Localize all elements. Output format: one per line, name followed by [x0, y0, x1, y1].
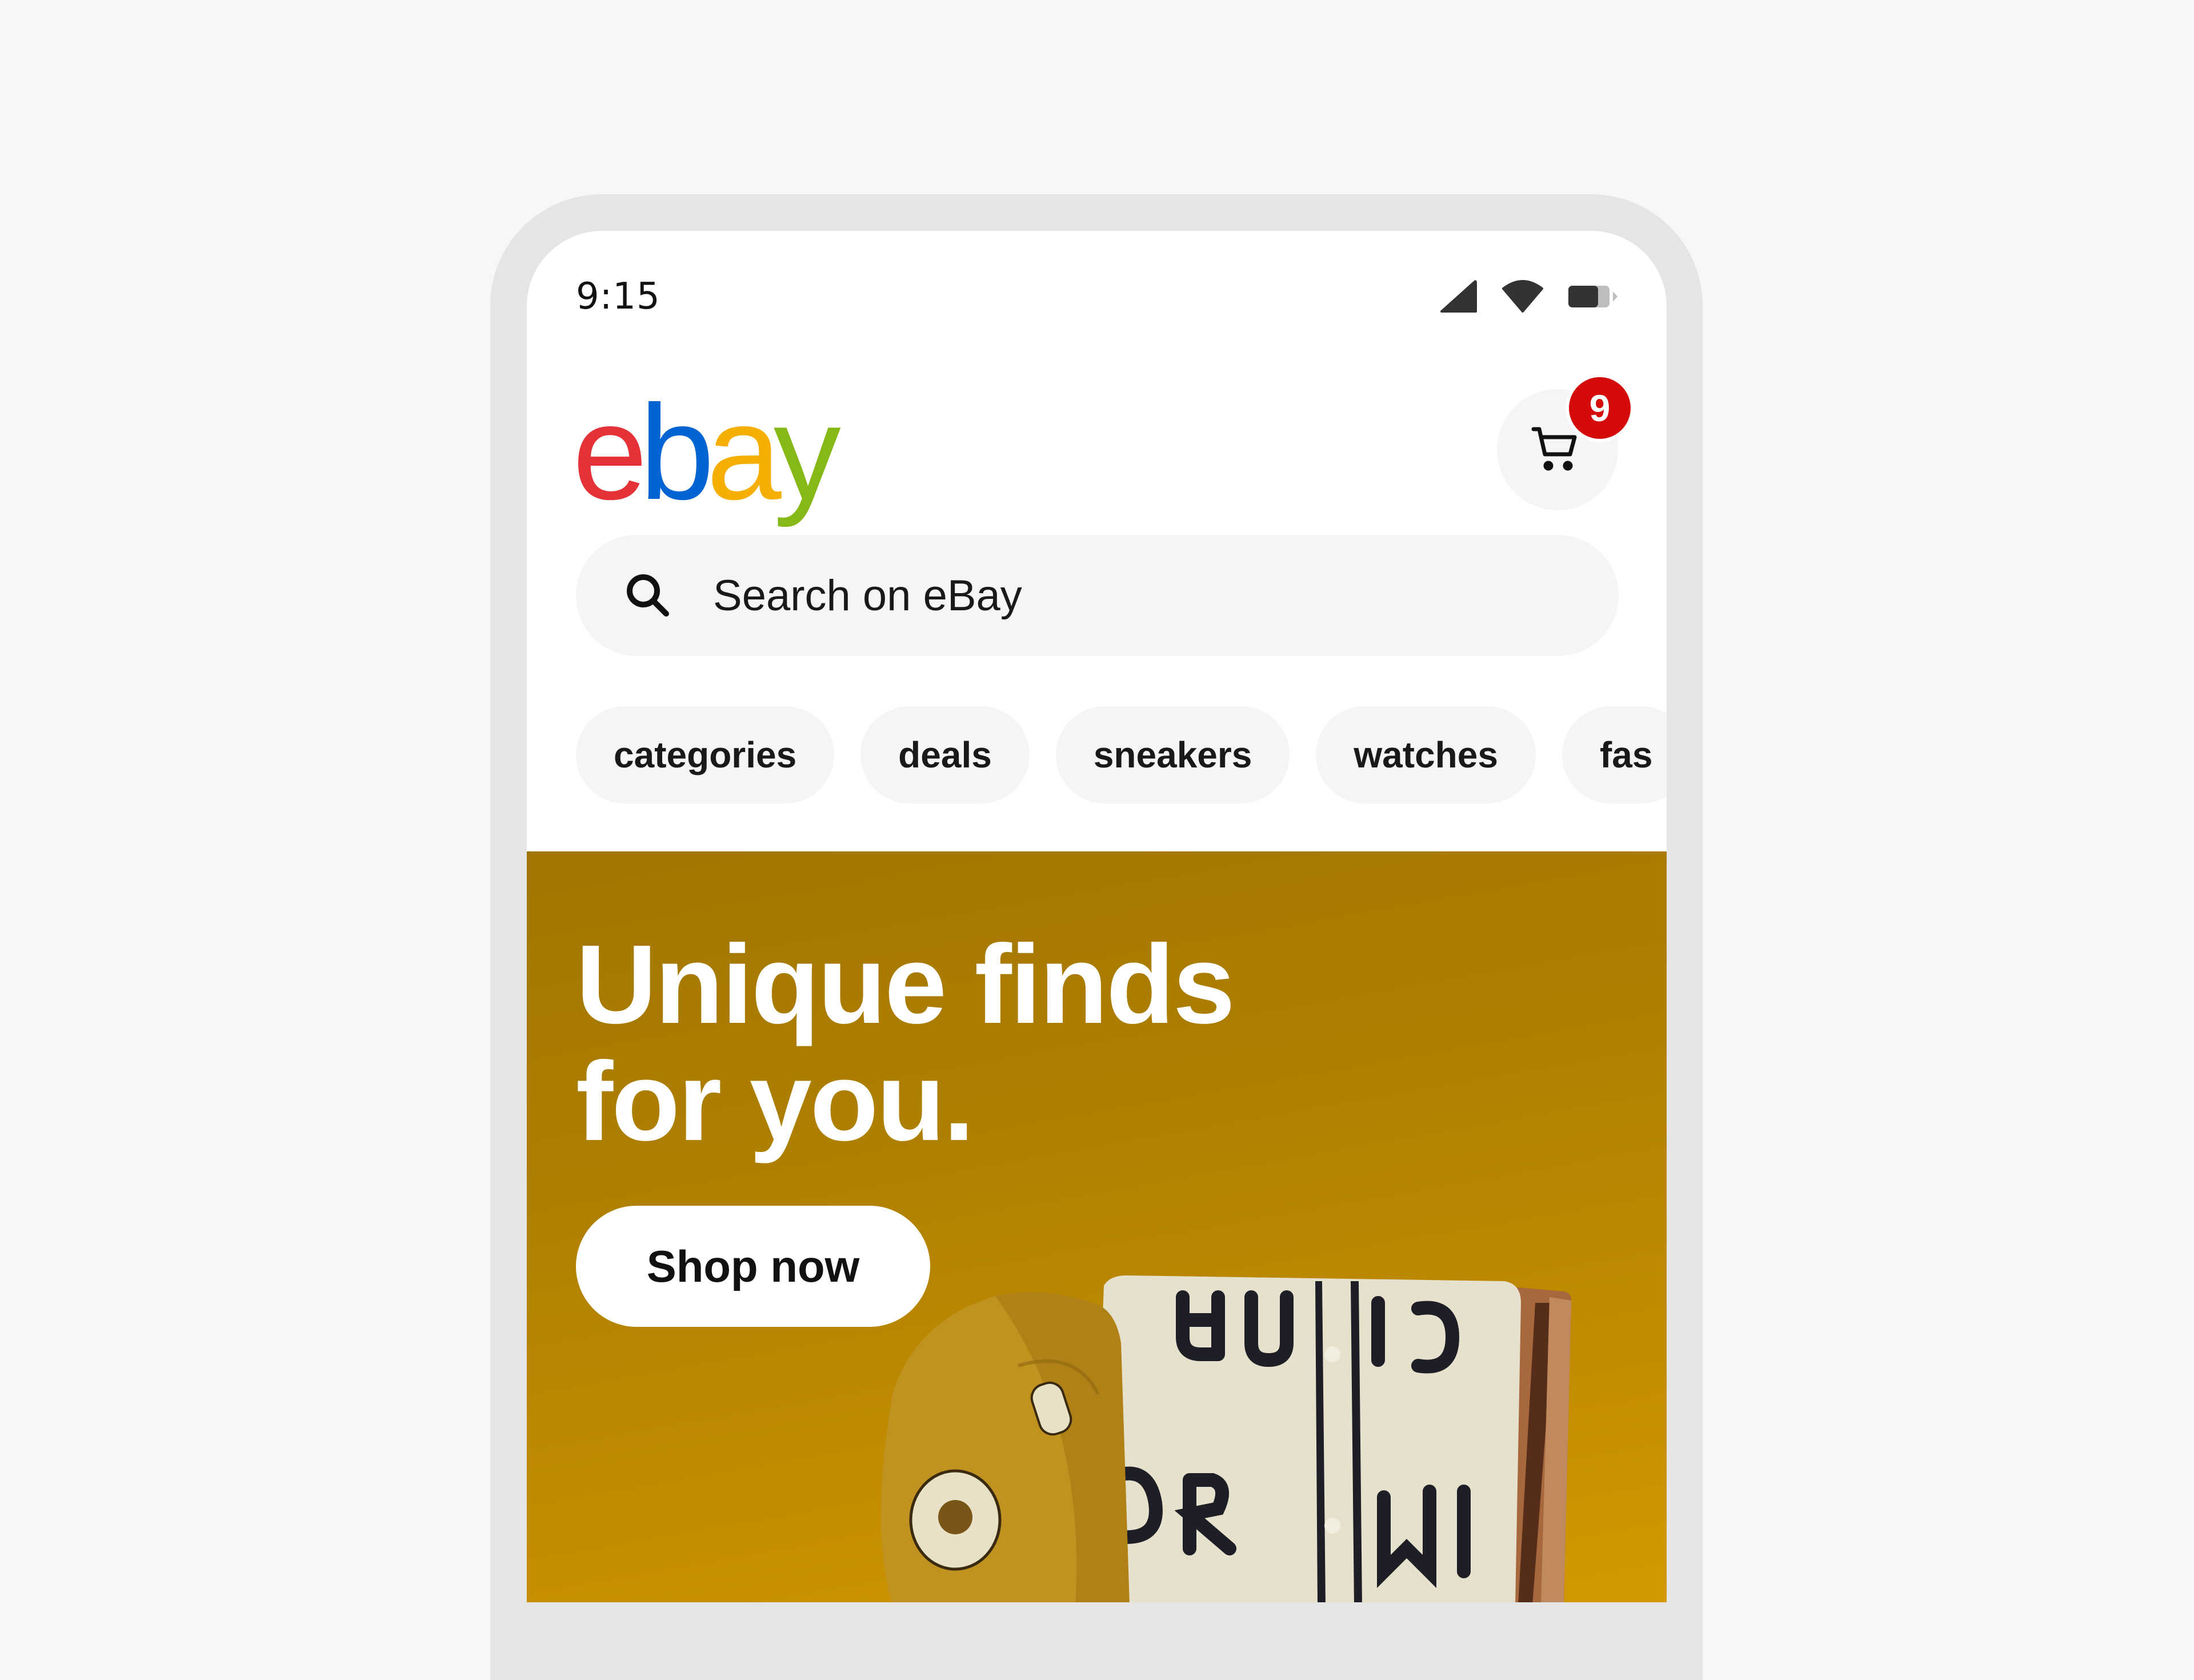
status-time: 9:15 — [576, 275, 660, 318]
shopping-cart-icon — [1530, 421, 1585, 479]
search-bar[interactable] — [576, 535, 1619, 656]
cellular-signal-icon — [1438, 278, 1478, 317]
search-icon — [624, 571, 672, 619]
chip-deals[interactable]: deals — [860, 706, 1030, 803]
search-input[interactable] — [712, 570, 1514, 621]
battery-icon — [1567, 282, 1620, 313]
chip-watches[interactable]: watches — [1316, 706, 1536, 803]
wifi-icon — [1501, 278, 1544, 317]
phone-screen: 9:15 ebay 9 Search on eBay categories de… — [527, 231, 1667, 1602]
corduroy-cap — [881, 1292, 1130, 1602]
logo-letter-a: a — [706, 377, 782, 528]
chip-sneakers[interactable]: sneakers — [1055, 706, 1290, 803]
shop-now-button[interactable]: Shop now — [576, 1206, 930, 1327]
cart-count-badge: 9 — [1569, 377, 1631, 439]
logo-letter-e: e — [572, 377, 647, 528]
chip-categories[interactable]: categories — [576, 706, 835, 803]
logo-letter-b: b — [639, 377, 714, 528]
category-chips: categories deals sneakers watches fas — [576, 706, 1667, 803]
logo-letter-y: y — [773, 377, 841, 528]
baseball-jersey — [1092, 1275, 1521, 1602]
ebay-logo[interactable]: ebay — [572, 385, 841, 520]
status-icons — [1438, 279, 1620, 315]
hero-banner[interactable]: Unique finds for you. Shop now — [527, 851, 1667, 1602]
chip-fashion[interactable]: fas — [1562, 706, 1667, 803]
